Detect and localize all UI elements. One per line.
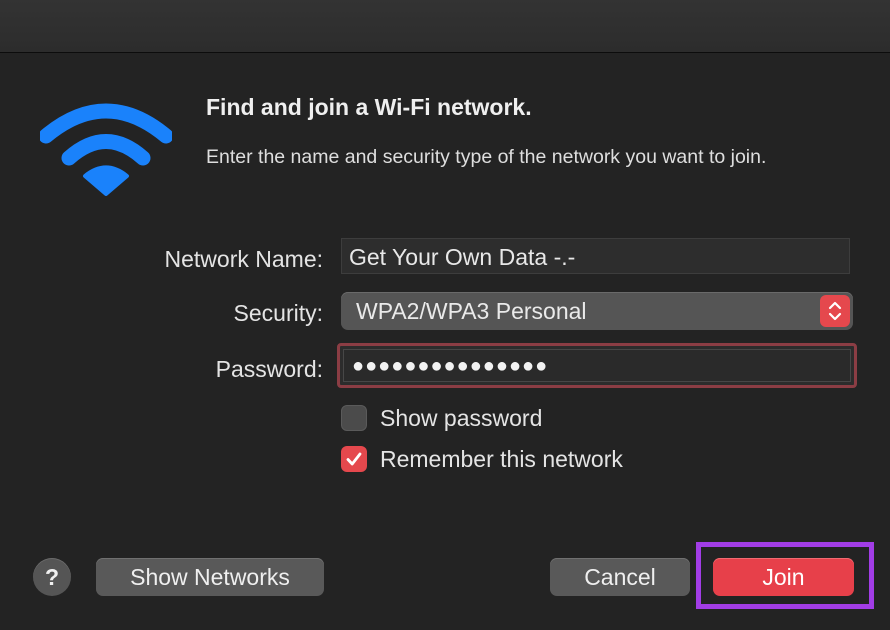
- remember-network-checkbox[interactable]: [341, 446, 367, 472]
- remember-network-label[interactable]: Remember this network: [380, 446, 623, 473]
- join-button[interactable]: Join: [713, 558, 854, 596]
- security-select-value: WPA2/WPA3 Personal: [356, 298, 587, 324]
- updown-chevron-icon: [820, 295, 850, 327]
- network-name-field[interactable]: Get Your Own Data -.-: [341, 238, 850, 274]
- show-password-checkbox[interactable]: [341, 405, 367, 431]
- show-networks-button[interactable]: Show Networks: [96, 558, 324, 596]
- show-password-label[interactable]: Show password: [380, 405, 542, 432]
- window-titlebar[interactable]: [0, 0, 890, 53]
- password-label: Password:: [215, 356, 323, 382]
- checkmark-icon: [346, 452, 362, 466]
- dialog-heading: Find and join a Wi-Fi network.: [206, 94, 532, 120]
- security-label: Security:: [233, 300, 323, 326]
- help-button[interactable]: ?: [33, 558, 71, 596]
- dialog-description: Enter the name and security type of the …: [206, 146, 767, 168]
- cancel-button[interactable]: Cancel: [550, 558, 690, 596]
- security-select[interactable]: WPA2/WPA3 Personal: [341, 292, 853, 330]
- password-field[interactable]: ●●●●●●●●●●●●●●●: [343, 349, 851, 382]
- wifi-icon: [40, 103, 172, 196]
- network-name-label: Network Name:: [164, 246, 323, 272]
- password-field-focus-ring[interactable]: ●●●●●●●●●●●●●●●: [337, 343, 857, 388]
